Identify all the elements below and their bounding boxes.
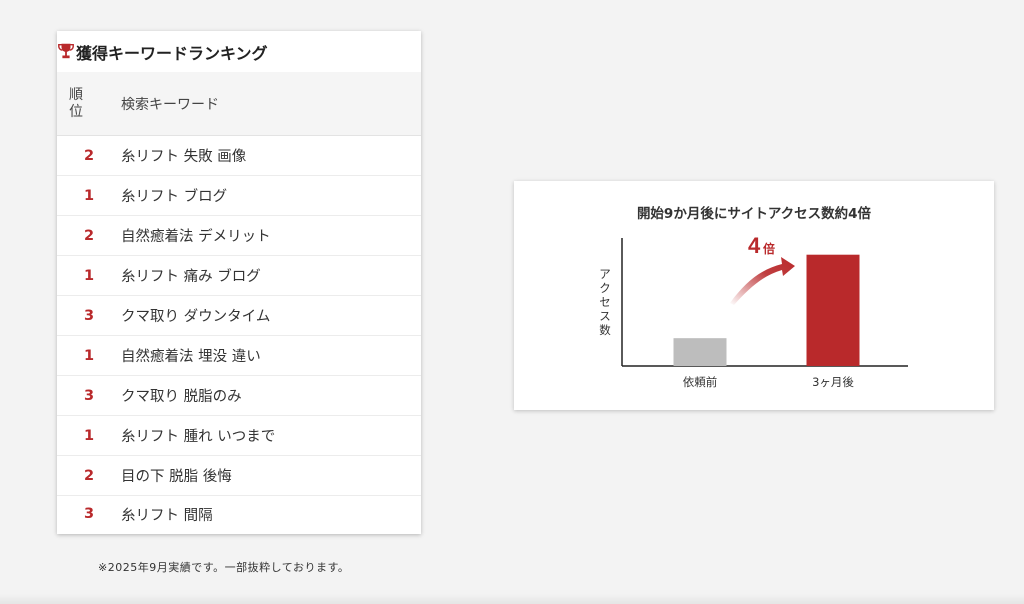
keyword-value: 自然癒着法 埋没 違い [121, 349, 261, 365]
rank-value: 1 [83, 427, 95, 444]
bottom-shade [0, 594, 1024, 604]
table-row: 2 自然癒着法 デメリット [57, 216, 421, 256]
table-row: 3 糸リフト 間隔 [57, 496, 421, 532]
rank-value: 3 [83, 307, 95, 324]
keyword-value: 糸リフト 間隔 [121, 507, 213, 524]
table-row: 1 糸リフト ブログ [57, 176, 421, 216]
table-row: 2 目の下 脱脂 後悔 [57, 456, 421, 496]
ranking-header: 獲得キーワードランキング [57, 31, 421, 72]
y-axis-label: アクセス数 [599, 267, 611, 337]
keyword-value: 自然癒着法 デメリット [121, 229, 271, 245]
table-row: 2 糸リフト 失敗 画像 [57, 136, 421, 176]
ranking-table-header: 順 位 検索キーワード [57, 72, 421, 136]
footnote: ※2025年9月実績です。一部抜粋しております。 [98, 561, 350, 574]
rank-value: 3 [83, 387, 95, 404]
growth-arrow-icon [730, 257, 795, 305]
y-axis-label-char: セ [599, 295, 611, 309]
table-row: 1 自然癒着法 埋没 違い [57, 336, 421, 376]
keyword-value: クマ取り ダウンタイム [121, 309, 271, 325]
table-row: 1 糸リフト 腫れ いつまで [57, 416, 421, 456]
rank-value: 1 [83, 267, 95, 284]
growth-multiplier-unit: 倍 [763, 241, 775, 256]
keyword-value: 糸リフト 失敗 画像 [121, 149, 247, 165]
keyword-value: クマ取り 脱脂のみ [121, 389, 242, 405]
y-axis-label-char: 数 [599, 323, 611, 337]
bar-1 [806, 254, 860, 366]
rank-value: 1 [83, 187, 95, 204]
x-tick-labels: 依頼前 3ヶ月後 [683, 375, 855, 389]
ranking-table-body: 2 糸リフト 失敗 画像 1 糸リフト ブログ 2 自然癒着法 デメリット 1 糸リフト… [57, 136, 421, 532]
table-row: 3 クマ取り ダウンタイム [57, 296, 421, 336]
growth-multiplier-value: 4 [748, 233, 761, 258]
table-row: 3 クマ取り 脱脂のみ [57, 376, 421, 416]
access-chart-card: 開始9か月後にサイトアクセス数約4倍 アクセス数 依頼前 3ヶ月後 4 倍 [514, 181, 994, 410]
y-axis-label-char: ス [599, 309, 611, 323]
keyword-value: 糸リフト ブログ [121, 189, 228, 205]
rank-value: 1 [83, 347, 95, 364]
keyword-value: 糸リフト 痛み ブログ [121, 269, 261, 285]
ranking-title: 獲得キーワードランキング [76, 43, 268, 63]
keyword-column-header: 検索キーワード [121, 96, 219, 113]
rank-value: 2 [83, 227, 95, 244]
x-tick-label: 3ヶ月後 [812, 375, 854, 389]
rank-value: 2 [83, 467, 95, 484]
access-bar-chart: アクセス数 依頼前 3ヶ月後 4 倍 [599, 233, 908, 389]
keyword-value: 糸リフト 腫れ いつまで [121, 429, 276, 445]
x-tick-label: 依頼前 [683, 375, 718, 389]
rank-value: 3 [83, 506, 95, 522]
table-row: 1 糸リフト 痛み ブログ [57, 256, 421, 296]
keyword-value: 目の下 脱脂 後悔 [121, 469, 232, 485]
y-axis-label-char: ア [599, 267, 611, 281]
keyword-ranking-card: 獲得キーワードランキング 順 位 検索キーワード 2 糸リフト 失敗 画像 1 糸リ… [57, 31, 421, 534]
bar-0 [673, 338, 727, 366]
trophy-icon [58, 43, 74, 58]
rank-column-header: 順 位 [69, 86, 83, 120]
y-axis-label-char: ク [599, 281, 611, 295]
rank-value: 2 [83, 147, 95, 164]
